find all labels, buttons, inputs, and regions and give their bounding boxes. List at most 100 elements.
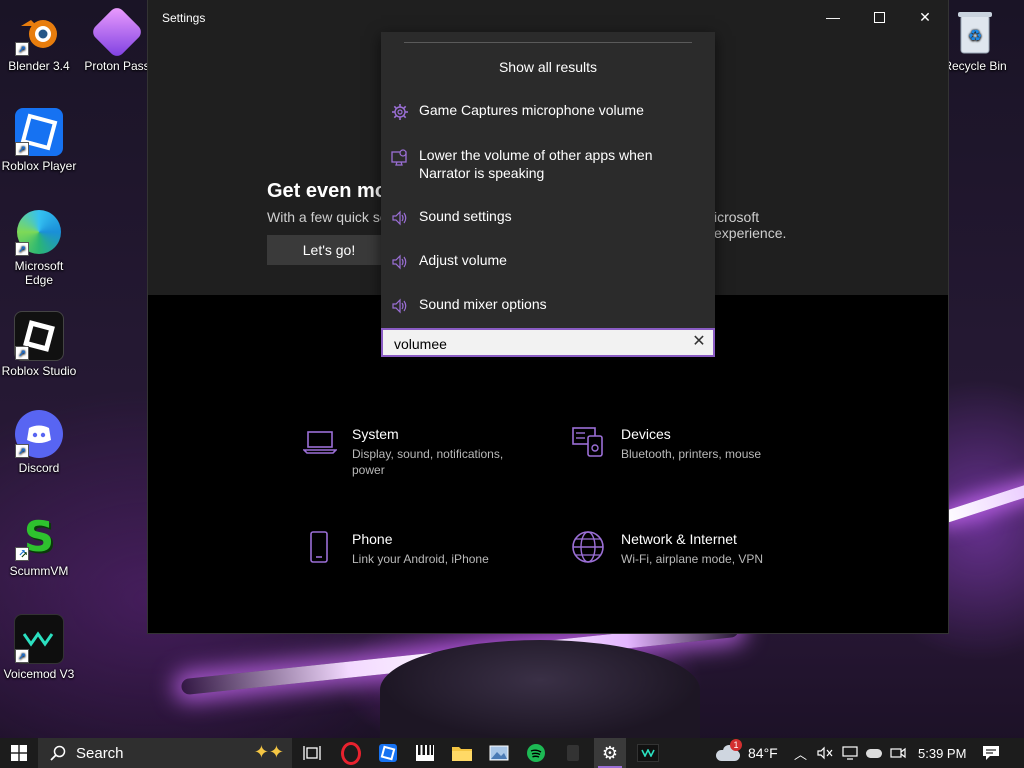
desktop-icon-label: Microsoft Edge <box>14 259 64 287</box>
taskbar: Search ✦✦ ⚙ 1 84°F ︿ 5:39 PM <box>0 738 1024 768</box>
photos-icon[interactable] <box>487 741 511 765</box>
search-result-label: Game Captures microphone volume <box>419 102 644 118</box>
voicemod-icon: ↗ <box>14 614 64 664</box>
banner-heading: Get even mo <box>267 180 388 202</box>
search-input[interactable] <box>392 333 686 355</box>
desktop-icon-label: Proton Pass <box>84 59 150 73</box>
maximize-icon <box>873 11 885 23</box>
divider <box>404 42 692 43</box>
desktop-icon-label: Voicemod V3 <box>3 667 75 681</box>
desktop-icon-recycle-bin[interactable]: ♻ Recycle Bin <box>937 8 1013 73</box>
roblox-player-icon: ↗ <box>15 108 63 156</box>
category-title: Phone <box>352 531 393 547</box>
discord-icon: ↗ <box>15 410 63 458</box>
category-title: Network & Internet <box>621 531 737 547</box>
keyboard-icon <box>572 427 603 457</box>
minimize-button[interactable]: — <box>810 0 856 34</box>
category-desc: Wi-Fi, airplane mode, VPN <box>621 552 764 566</box>
cloud-icon: 1 <box>716 739 742 762</box>
category-desc: Bluetooth, printers, mouse <box>621 447 762 461</box>
desktop-icon-label: Recycle Bin <box>943 59 1007 73</box>
category-title: Devices <box>621 426 671 442</box>
wallpaper-figure <box>380 640 700 740</box>
minimize-icon: — <box>826 9 840 25</box>
clear-search-icon[interactable]: ✕ <box>691 334 707 350</box>
piano-icon[interactable] <box>413 741 437 765</box>
window-title: Settings <box>162 11 206 25</box>
desktop-icon-label: Blender 3.4 <box>8 59 70 73</box>
lets-go-button[interactable]: Let's go! <box>267 235 391 265</box>
globe-icon <box>572 531 604 563</box>
blender-icon: ↗ <box>15 8 63 56</box>
category-title: System <box>352 426 399 442</box>
task-view-icon[interactable] <box>300 741 324 765</box>
meet-now-icon[interactable] <box>890 738 906 768</box>
desktop-icon-discord[interactable]: ↗ Discord <box>1 410 77 475</box>
category-desc: Link your Android, iPhone <box>352 552 489 566</box>
settings-taskbar-icon[interactable]: ⚙ <box>594 738 626 768</box>
onedrive-icon[interactable] <box>866 738 882 768</box>
chevron-up-icon: ︿ <box>794 746 808 762</box>
opera-icon[interactable] <box>339 741 363 765</box>
speaker-icon <box>392 254 407 270</box>
file-explorer-icon[interactable] <box>450 741 474 765</box>
maximize-button[interactable] <box>856 0 902 34</box>
temperature: 84°F <box>748 745 778 761</box>
search-result-label: Lower the volume of other apps when Narr… <box>419 147 653 181</box>
desktop-icon-scummvm[interactable]: S ↗ ScummVM <box>1 513 77 579</box>
desktop-icon-label: Roblox Player <box>1 159 77 173</box>
show-all-results-link[interactable]: Show all results <box>381 59 715 75</box>
notifications-icon[interactable] <box>982 738 1000 768</box>
desktop-icon-voicemod[interactable]: ↗ Voicemod V3 <box>1 614 77 681</box>
title-bar[interactable]: Settings — ✕ <box>148 0 948 34</box>
taskbar-search[interactable]: Search ✦✦ <box>38 738 292 768</box>
show-hidden-icons[interactable]: ︿ <box>794 738 807 768</box>
close-icon: ✕ <box>919 8 931 25</box>
banner-subtitle-left: With a few quick se <box>267 209 388 225</box>
clock[interactable]: 5:39 PM <box>918 738 966 768</box>
wallpaper-light-streak-right <box>940 478 1024 524</box>
desktop-icon-edge[interactable]: ↗ Microsoft Edge <box>1 208 77 287</box>
search-suggestions: Show all results Game Captures microphon… <box>381 32 715 328</box>
desktop-icon-label: ScummVM <box>9 564 69 578</box>
windows-icon <box>10 745 27 761</box>
recycle-bin-icon: ♻ <box>951 8 999 56</box>
app-icon-dim[interactable] <box>561 741 585 765</box>
phone-icon <box>310 531 328 563</box>
weather-badge: 1 <box>730 739 742 751</box>
volume-muted-icon[interactable] <box>817 738 833 768</box>
search-result-label: Sound settings <box>419 208 512 224</box>
search-icon <box>50 745 66 761</box>
settings-search-box: ✕ <box>381 328 715 357</box>
speaker-icon <box>392 210 407 226</box>
search-result-label: Adjust volume <box>419 252 507 268</box>
gear-icon <box>392 104 408 120</box>
desktop-icon-proton-pass[interactable]: Proton Pass <box>79 4 155 73</box>
banner-subtitle-right: icrosoft experience. <box>714 209 787 241</box>
roblox-studio-icon: ↗ <box>14 311 64 361</box>
edge-icon: ↗ <box>15 208 63 256</box>
desktop-icon-label: Roblox Studio <box>1 364 77 378</box>
desktop-icon-blender[interactable]: ↗ Blender 3.4 <box>1 8 77 73</box>
taskbar-search-label: Search <box>76 745 124 762</box>
search-result-label: Sound mixer options <box>419 296 547 312</box>
close-button[interactable]: ✕ <box>902 0 948 34</box>
category-desc: Display, sound, notifications, power <box>352 447 504 477</box>
sparkle-icon: ✦✦ <box>253 742 284 762</box>
speaker-icon <box>392 298 407 314</box>
voicemod-taskbar-icon[interactable] <box>636 741 660 765</box>
svg-text:♻: ♻ <box>968 26 982 45</box>
scummvm-icon: S ↗ <box>15 513 63 561</box>
proton-pass-icon <box>89 4 145 60</box>
desktop-icon-roblox-player[interactable]: ↗ Roblox Player <box>1 108 77 173</box>
desktop-icon-roblox-studio[interactable]: ↗ Roblox Studio <box>1 311 77 378</box>
narrator-icon <box>391 149 407 166</box>
start-button[interactable] <box>0 738 37 768</box>
spotify-icon[interactable] <box>524 741 548 765</box>
desktop-icon-label: Discord <box>18 461 60 475</box>
network-icon[interactable] <box>842 738 858 768</box>
roblox-taskbar-icon[interactable] <box>376 741 400 765</box>
time: 5:39 PM <box>918 745 967 761</box>
laptop-icon <box>303 431 337 454</box>
weather-widget[interactable]: 1 84°F <box>716 738 778 768</box>
